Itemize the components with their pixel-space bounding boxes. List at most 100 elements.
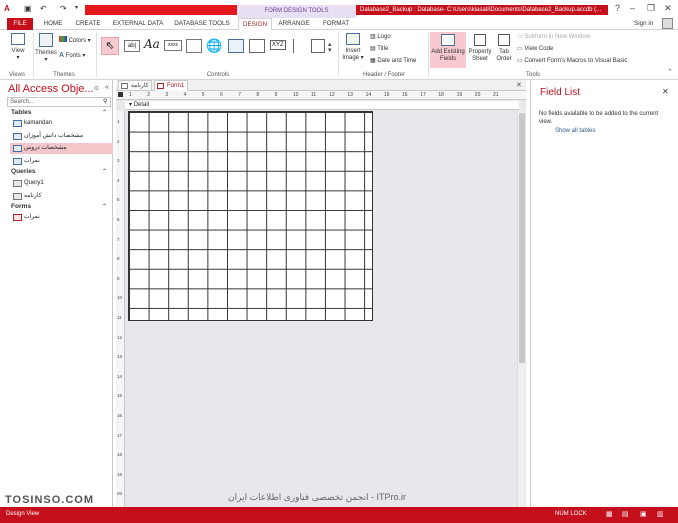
close-field-list-icon[interactable]: ✕ xyxy=(662,87,669,96)
themes-button[interactable]: Themes ▾ xyxy=(35,33,57,64)
undo-icon[interactable]: ↶ xyxy=(40,4,47,13)
tab-file[interactable]: FILE xyxy=(7,18,33,30)
tab-format[interactable]: FORMAT xyxy=(316,18,356,30)
combo-box-icon[interactable] xyxy=(311,39,325,53)
table-icon xyxy=(13,133,22,140)
view-code-button[interactable]: ▭ View Code xyxy=(517,46,553,53)
document-tab-bar: کارنامه Form1 ✕ xyxy=(116,80,526,91)
title-button[interactable]: ▤ Title xyxy=(370,46,388,53)
date-time-button[interactable]: ▦ Date and Time xyxy=(370,58,416,65)
access-logo-icon: A xyxy=(4,4,10,13)
section-header-detail[interactable]: ▾ Detail xyxy=(125,101,519,110)
convert-macros-button[interactable]: ▭ Convert Form's Macros to Visual Basic xyxy=(517,58,627,65)
insert-image-button[interactable]: Insert Image ▾ xyxy=(341,33,365,62)
tab-create[interactable]: CREATE xyxy=(70,18,106,30)
web-browser-control-icon[interactable] xyxy=(228,39,244,53)
shutter-bar-icon[interactable]: « xyxy=(105,84,109,91)
nav-table-item[interactable]: مشخصات دانش آموزان xyxy=(10,131,113,142)
fonts-button[interactable]: A Fonts ▾ xyxy=(59,52,85,60)
nav-table-item[interactable]: نمرات xyxy=(10,156,113,167)
textbox-control-icon[interactable]: ab| xyxy=(124,40,140,52)
restore-icon[interactable]: ❐ xyxy=(647,3,655,14)
nav-query-item[interactable]: Query1 xyxy=(10,178,113,189)
title-bar-accent xyxy=(85,5,237,15)
group-controls-label: Controls xyxy=(206,72,230,78)
datasheet-view-icon[interactable]: ▥ xyxy=(657,510,664,518)
doc-tab-report[interactable]: کارنامه xyxy=(118,80,152,91)
label-control-icon[interactable]: Aa xyxy=(144,37,160,51)
property-sheet-button[interactable]: Property Sheet xyxy=(467,34,493,63)
table-icon xyxy=(13,145,22,152)
layout-view-icon[interactable]: ▤ xyxy=(622,510,629,518)
button-control-icon[interactable]: xxxx xyxy=(164,40,182,51)
tab-order-button[interactable]: Tab Order xyxy=(494,34,514,63)
help-icon[interactable]: ? xyxy=(615,3,620,13)
avatar[interactable] xyxy=(662,18,673,29)
vertical-scrollbar[interactable] xyxy=(517,111,525,507)
redo-icon[interactable]: ↷ xyxy=(60,4,67,13)
nav-form-item[interactable]: نمرات xyxy=(10,212,113,223)
fonts-label: Fonts xyxy=(65,53,81,59)
logo-button[interactable]: ▥ Logo xyxy=(370,34,391,41)
form-view-icon[interactable]: ▦ xyxy=(606,510,613,518)
select-control-icon[interactable]: ⇖ xyxy=(101,37,119,55)
tab-database-tools[interactable]: DATABASE TOOLS xyxy=(170,18,234,30)
form-designer: 1 2 3 4 5 6 7 8 9 10 11 12 13 14 15 16 17 18 19 20 21 ▾ Deta… xyxy=(116,91,526,507)
colors-button[interactable]: Colors ▾ xyxy=(59,36,91,45)
nav-search-input[interactable]: Search... xyxy=(10,99,34,105)
tab-control-icon[interactable] xyxy=(186,39,202,53)
option-group-icon[interactable]: XYZ xyxy=(270,40,286,50)
detail-section-grid[interactable] xyxy=(128,111,373,321)
colors-label: Colors xyxy=(68,38,87,44)
view-code-icon: ▭ xyxy=(517,46,523,52)
nav-section-forms[interactable]: Forms xyxy=(11,203,31,210)
add-existing-fields-button[interactable]: Add Existing Fields xyxy=(430,32,466,68)
add-existing-fields-icon xyxy=(441,34,455,46)
collapse-queries-icon[interactable]: ⌃ xyxy=(102,168,107,175)
sign-in-link[interactable]: Sign in xyxy=(634,20,653,27)
navigation-control-icon[interactable] xyxy=(249,39,265,53)
tab-arrange[interactable]: ARRANGE xyxy=(274,18,314,30)
tab-external-data[interactable]: EXTERNAL DATA xyxy=(108,18,168,30)
nav-table-item-selected[interactable]: مشخصات دروس xyxy=(10,143,113,154)
view-button[interactable]: View ▾ xyxy=(6,33,30,62)
horizontal-ruler: 1 2 3 4 5 6 7 8 9 10 11 12 13 14 15 16 17 18 19 20 21 xyxy=(116,91,526,100)
close-document-icon[interactable]: ✕ xyxy=(516,81,522,89)
close-window-icon[interactable]: ✕ xyxy=(664,3,672,14)
page-break-icon[interactable] xyxy=(293,39,303,53)
hyperlink-control-icon[interactable]: 🌐 xyxy=(206,39,222,53)
subform-new-window-button[interactable]: ▭ Subform in New Window xyxy=(517,34,590,41)
nav-search-box[interactable]: Search... ⚲ xyxy=(7,97,111,107)
ruler-number: 5 xyxy=(201,92,205,98)
customize-qat-icon[interactable]: ▾ xyxy=(75,4,78,11)
scrollbar-thumb[interactable] xyxy=(519,113,525,363)
show-all-tables-link[interactable]: Show all tables xyxy=(555,128,595,134)
ruler-number: 21 xyxy=(493,92,499,98)
nav-menu-icon[interactable]: ⊙ xyxy=(94,85,99,92)
controls-gallery-more-icon[interactable]: ▴ ▾ xyxy=(328,41,332,54)
add-existing-fields-label: Add Existing Fields xyxy=(431,49,465,62)
vertical-ruler-number: 18 xyxy=(117,452,123,458)
form-icon xyxy=(157,83,164,89)
nav-section-tables[interactable]: Tables xyxy=(11,109,31,116)
field-list-pane: Field List ✕ No fields available to be a… xyxy=(530,80,678,507)
ruler-number: 14 xyxy=(365,92,372,98)
save-icon[interactable]: ▣ xyxy=(24,4,32,13)
nav-pane-title[interactable]: All Access Obje... xyxy=(8,83,94,95)
collapse-ribbon-icon[interactable]: ⌃ xyxy=(667,68,673,76)
nav-query-item[interactable]: کارنامه xyxy=(10,191,113,202)
group-views-label: Views xyxy=(9,72,25,78)
collapse-forms-icon[interactable]: ⌃ xyxy=(102,203,107,210)
nav-table-item[interactable]: kamandan xyxy=(10,118,113,129)
nav-section-queries[interactable]: Queries xyxy=(11,168,36,175)
form-selector[interactable] xyxy=(118,92,123,97)
search-icon[interactable]: ⚲ xyxy=(103,98,107,105)
doc-tab-form1[interactable]: Form1 xyxy=(154,80,188,91)
minimize-icon[interactable]: – xyxy=(630,3,635,13)
window-title: Database2_Backup : Database- C:\Users\ki… xyxy=(356,5,608,15)
collapse-tables-icon[interactable]: ⌃ xyxy=(102,109,107,116)
tab-home[interactable]: HOME xyxy=(38,18,68,30)
nav-form-label: نمرات xyxy=(24,214,40,220)
design-view-icon[interactable]: ▣ xyxy=(640,510,647,518)
vertical-ruler-number: 17 xyxy=(117,432,123,438)
